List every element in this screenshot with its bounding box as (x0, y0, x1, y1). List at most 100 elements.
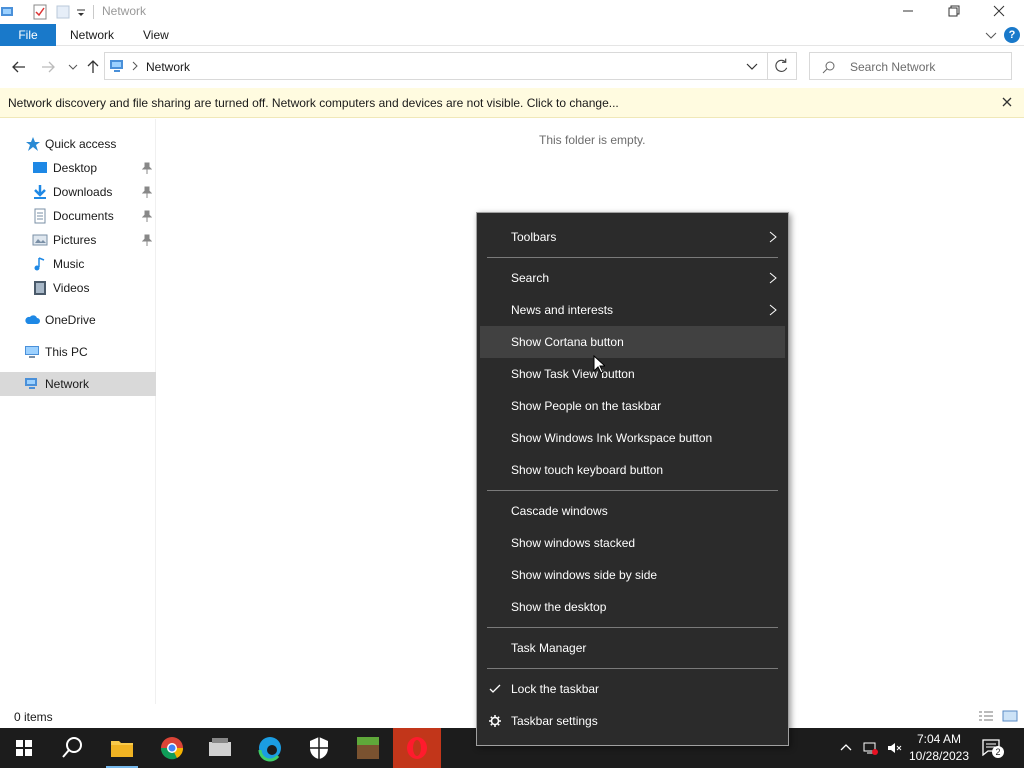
tab-view[interactable]: View (143, 24, 169, 46)
sidebar-item-music[interactable]: Music (0, 252, 156, 276)
minecraft-icon[interactable] (344, 728, 392, 768)
menu-item-show-task-view-button[interactable]: Show Task View button (480, 358, 785, 390)
up-icon[interactable] (83, 57, 103, 77)
tab-file[interactable]: File (0, 24, 56, 46)
back-icon[interactable] (9, 57, 29, 77)
address-row: Network Search Network (0, 47, 1024, 87)
search-placeholder: Search Network (850, 60, 936, 74)
menu-item-label: News and interests (511, 303, 614, 317)
menu-separator (487, 490, 778, 491)
menu-item-taskbar-settings[interactable]: Taskbar settings (480, 705, 785, 737)
star-icon (26, 137, 40, 151)
sidebar-item-documents[interactable]: Documents (0, 204, 156, 228)
address-bar[interactable]: Network (104, 52, 768, 80)
title-separator (93, 5, 94, 19)
menu-item-label: Lock the taskbar (511, 682, 600, 696)
app-icon[interactable] (196, 728, 244, 768)
menu-item-label: Taskbar settings (511, 714, 598, 728)
taskbar-context-menu: Toolbars Search News and interests Show … (476, 212, 789, 746)
videos-icon (34, 281, 46, 295)
menu-item-label: Task Manager (511, 641, 587, 655)
menu-separator (487, 668, 778, 669)
checkmark-icon (489, 684, 501, 693)
pin-icon[interactable] (142, 210, 152, 222)
sidebar-item-this-pc[interactable]: This PC (0, 340, 156, 364)
network-discovery-infobar[interactable]: Network discovery and file sharing are t… (0, 88, 1024, 118)
menu-item-label: Show the desktop (511, 600, 607, 614)
sidebar-item-pictures[interactable]: Pictures (0, 228, 156, 252)
sidebar-item-desktop[interactable]: Desktop (0, 156, 156, 180)
clock[interactable]: 7:04 AM 10/28/2023 (908, 731, 970, 765)
sidebar-item-downloads[interactable]: Downloads (0, 180, 156, 204)
submenu-arrow-icon (769, 231, 777, 243)
search-icon[interactable] (48, 728, 96, 768)
shield-icon[interactable] (295, 728, 343, 768)
minimize-button[interactable] (884, 0, 930, 24)
show-hidden-icons-icon[interactable] (838, 740, 854, 756)
file-explorer-taskbar-icon[interactable] (98, 728, 146, 768)
menu-item-show-windows-ink[interactable]: Show Windows Ink Workspace button (480, 422, 785, 454)
customize-quick-access-icon[interactable] (76, 4, 86, 20)
document-icon (34, 208, 46, 224)
menu-item-show-people[interactable]: Show People on the taskbar (480, 390, 785, 422)
breadcrumb-chevron-icon[interactable] (131, 61, 139, 71)
clock-date: 10/28/2023 (908, 749, 970, 763)
clock-time: 7:04 AM (916, 732, 962, 746)
menu-item-news-and-interests[interactable]: News and interests (480, 294, 785, 326)
properties-icon[interactable] (33, 4, 47, 20)
pin-icon[interactable] (142, 186, 152, 198)
address-dropdown-icon[interactable] (746, 62, 758, 72)
close-infobar-icon[interactable] (1000, 95, 1014, 109)
details-view-icon[interactable] (978, 710, 994, 722)
infobar-message[interactable]: Network discovery and file sharing are t… (8, 96, 619, 110)
tab-network[interactable]: Network (70, 24, 114, 46)
menu-item-label: Show windows side by side (511, 568, 658, 582)
menu-item-cascade-windows[interactable]: Cascade windows (480, 495, 785, 527)
menu-item-toolbars[interactable]: Toolbars (480, 221, 785, 253)
menu-item-show-windows-stacked[interactable]: Show windows stacked (480, 527, 785, 559)
opera-taskbar-icon[interactable] (393, 728, 441, 768)
menu-item-label: Show People on the taskbar (511, 399, 662, 413)
menu-item-show-the-desktop[interactable]: Show the desktop (480, 591, 785, 623)
menu-item-label: Show Cortana button (511, 335, 624, 349)
menu-separator (487, 627, 778, 628)
edge-icon[interactable] (246, 728, 294, 768)
restore-button[interactable] (930, 0, 976, 24)
pin-icon[interactable] (142, 234, 152, 246)
pictures-icon (32, 234, 48, 246)
recent-locations-icon[interactable] (63, 57, 83, 77)
windows-start-icon[interactable] (0, 728, 48, 768)
opera-icon (407, 737, 427, 759)
sidebar-item-onedrive[interactable]: OneDrive (0, 308, 156, 332)
large-icons-view-icon[interactable] (1002, 710, 1018, 722)
new-folder-icon[interactable] (56, 4, 70, 20)
chrome-icon[interactable] (148, 728, 196, 768)
address-path: Network (146, 60, 191, 74)
menu-item-show-windows-side-by-side[interactable]: Show windows side by side (480, 559, 785, 591)
menu-item-search[interactable]: Search (480, 262, 785, 294)
navigation-pane: Quick access Desktop Downloads Documents… (0, 119, 156, 704)
menu-item-show-touch-keyboard[interactable]: Show touch keyboard button (480, 454, 785, 486)
menu-item-task-manager[interactable]: Task Manager (480, 632, 785, 664)
forward-icon[interactable] (38, 57, 58, 77)
expand-ribbon-icon[interactable] (985, 30, 997, 40)
menu-item-label: Show Windows Ink Workspace button (511, 431, 713, 445)
sidebar-label: This PC (45, 345, 88, 359)
help-icon[interactable]: ? (1004, 27, 1020, 43)
network-status-icon[interactable] (862, 740, 878, 756)
action-center-icon[interactable]: 2 (982, 738, 1004, 758)
refresh-icon[interactable] (767, 52, 797, 80)
sidebar-label: Pictures (53, 233, 97, 247)
sidebar-item-network[interactable]: Network (0, 372, 156, 396)
computer-icon (25, 346, 39, 358)
close-button[interactable] (976, 0, 1022, 24)
menu-item-show-cortana-button[interactable]: Show Cortana button (480, 326, 785, 358)
sidebar-item-videos[interactable]: Videos (0, 276, 156, 300)
pin-icon[interactable] (142, 162, 152, 174)
network-folder-icon (1, 7, 13, 16)
search-box[interactable]: Search Network (809, 52, 1012, 80)
menu-item-lock-the-taskbar[interactable]: Lock the taskbar (480, 673, 785, 705)
volume-muted-icon[interactable] (886, 740, 902, 756)
sidebar-item-quick-access[interactable]: Quick access (0, 132, 156, 156)
notification-count-badge: 2 (992, 746, 1004, 758)
